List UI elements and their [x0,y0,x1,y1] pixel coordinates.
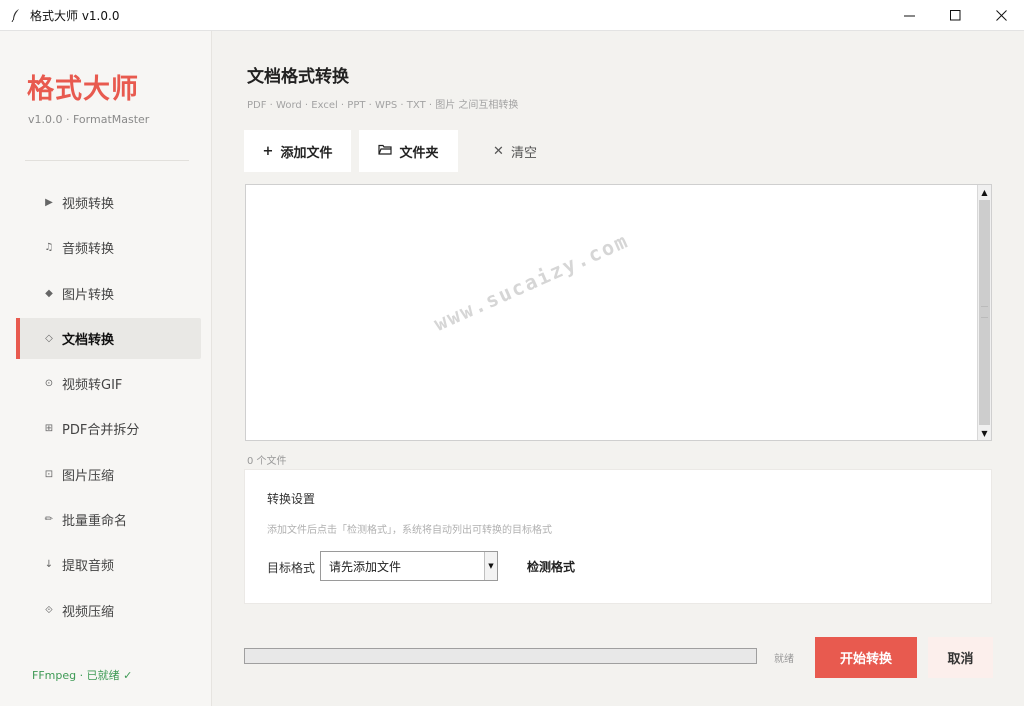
sidebar-divider [25,160,189,161]
grid-icon: ⊞ [44,423,54,435]
file-count: 0 个文件 [247,456,287,467]
minimize-icon [903,15,915,17]
brand-title: 格式大师 [27,74,139,105]
square-dot-icon: ⊡ [44,468,54,480]
sidebar-item-video-convert[interactable]: ▶ 视频转换 [16,182,201,223]
page-subtitle: PDF · Word · Excel · PPT · WPS · TXT · 图… [247,100,519,111]
sidebar-item-label: PDF合并拆分 [62,423,140,439]
sidebar-nav: ▶ 视频转换 ♫ 音频转换 ◆ 图片转换 ◇ 文档转换 ⊙ 视频转GIF ⊞ PDF合并拆分… [16,182,201,635]
diamond-icon: ◆ [45,287,53,299]
watermark: www.sucaizy.com [430,228,633,336]
sidebar-item-label: 音频转换 [62,242,115,258]
title-bar: 格式大师 v1.0.0 [0,0,1024,31]
sidebar-item-label: 文档转换 [62,332,115,348]
sidebar-item-label: 视频转GIF [62,378,123,394]
settings-title: 转换设置 [267,492,316,506]
close-icon: ✕ [493,143,504,159]
file-list-scrollbar[interactable]: ▲ ▼ [977,185,991,440]
sidebar-item-label: 图片转换 [62,287,115,303]
window-controls [886,0,1024,31]
add-folder-button[interactable]: 文件夹 [359,130,458,172]
close-icon [995,10,1007,21]
detect-format-button[interactable]: 检测格式 [527,558,575,575]
sidebar-item-batch-rename[interactable]: ✏ 批量重命名 [16,499,201,540]
target-format-label: 目标格式 [267,561,316,575]
sidebar-item-video-compress[interactable]: ⟐ 视频压缩 [16,590,201,631]
sidebar-item-label: 视频转换 [62,197,115,212]
sidebar-item-document-convert[interactable]: ◇ 文档转换 [16,317,201,359]
sidebar-item-label: 图片压缩 [62,468,115,484]
plus-icon: + [262,143,274,159]
add-file-label: 添加文件 [280,145,333,161]
clear-button[interactable]: ✕ 清空 [475,130,555,172]
pencil-icon: ✏ [44,514,54,526]
close-button[interactable] [978,0,1024,31]
page-title: 文档格式转换 [247,67,349,87]
ffmpeg-status: FFmpeg · 已就绪 ✓ [32,669,133,682]
main-panel: 文档格式转换 PDF · Word · Excel · PPT · WPS · … [213,31,1024,706]
scroll-down-arrow-icon[interactable]: ▼ [978,426,991,440]
diamond-outline-icon: ◇ [45,332,53,344]
circle-dot-icon: ⊙ [44,378,54,390]
sidebar-item-video-to-gif[interactable]: ⊙ 视频转GIF [16,363,201,404]
settings-hint: 添加文件后点击「检测格式」，系统将自动列出可转换的目标格式 [267,525,552,536]
cancel-button[interactable]: 取消 [928,637,993,678]
add-file-button[interactable]: + 添加文件 [244,130,351,172]
arrow-down-icon: ↓ [44,559,54,571]
sidebar-item-audio-convert[interactable]: ♫ 音频转换 [16,227,201,268]
target-format-value: 请先添加文件 [329,559,402,574]
compress-icon: ⟐ [45,604,53,616]
maximize-icon [949,10,960,21]
feather-icon [9,8,23,22]
sidebar-item-label: 视频压缩 [62,604,115,620]
sidebar: 格式大师 v1.0.0 · FormatMaster ▶ 视频转换 ♫ 音频转换 ◆… [0,31,212,706]
add-folder-label: 文件夹 [399,145,439,161]
sidebar-item-image-compress[interactable]: ⊡ 图片压缩 [16,454,201,495]
conversion-settings: 转换设置 添加文件后点击「检测格式」，系统将自动列出可转换的目标格式 目标格式 … [244,469,992,604]
sidebar-item-label: 批量重命名 [62,514,128,530]
scroll-up-arrow-icon[interactable]: ▲ [978,185,991,199]
play-icon: ▶ [45,197,53,208]
target-format-select[interactable]: 请先添加文件 ▼ [320,551,498,581]
sidebar-item-extract-audio[interactable]: ↓ 提取音频 [16,544,201,585]
music-note-icon: ♫ [44,242,54,254]
window-title: 格式大师 v1.0.0 [30,8,120,23]
sidebar-item-label: 提取音频 [62,559,115,575]
folder-icon [378,144,393,159]
scroll-grip [981,306,988,318]
start-convert-button[interactable]: 开始转换 [815,637,917,678]
progress-bar [244,648,757,664]
file-list[interactable]: www.sucaizy.com ▲ ▼ [245,184,992,441]
chevron-down-icon[interactable]: ▼ [484,552,497,580]
status-text: 就绪 [774,654,794,665]
scroll-thumb[interactable] [979,200,990,425]
brand-version: v1.0.0 · FormatMaster [28,113,150,126]
clear-label: 清空 [510,145,537,161]
maximize-button[interactable] [932,0,978,31]
sidebar-item-pdf-merge-split[interactable]: ⊞ PDF合并拆分 [16,408,201,449]
sidebar-item-image-convert[interactable]: ◆ 图片转换 [16,273,201,314]
minimize-button[interactable] [886,0,932,31]
